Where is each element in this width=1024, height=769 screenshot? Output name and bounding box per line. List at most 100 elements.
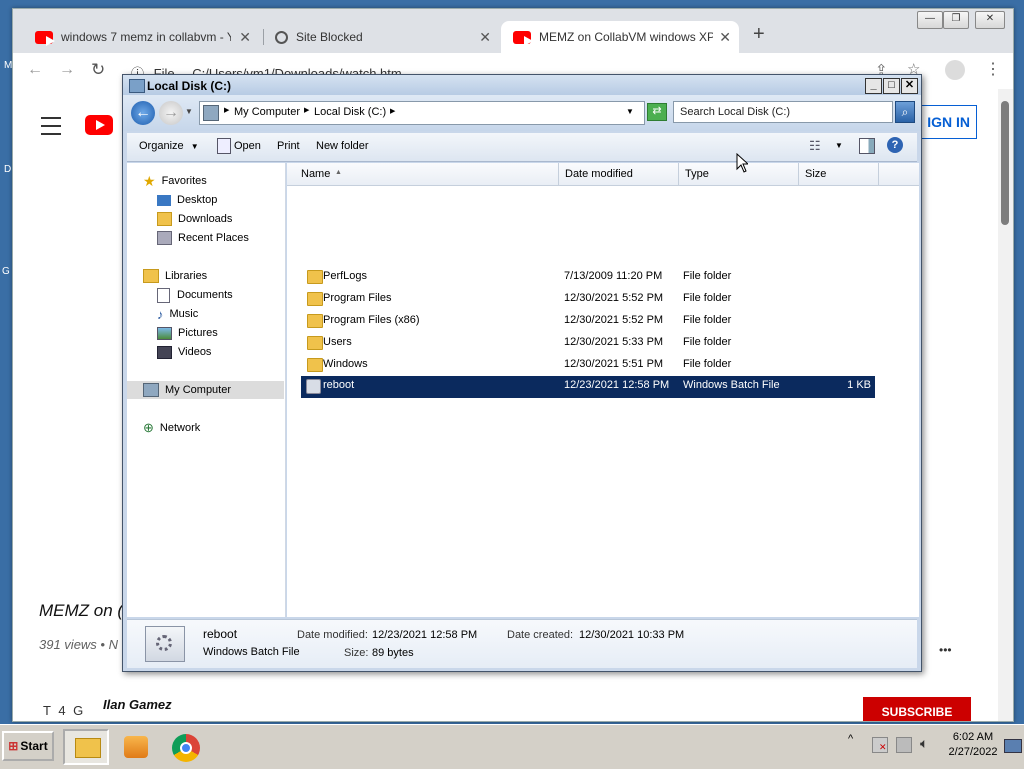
tab-title: windows 7 memz in collabvm - YouT xyxy=(61,30,231,44)
videos-icon xyxy=(157,345,172,359)
nav-recent-places[interactable]: Recent Places xyxy=(157,229,249,247)
print-button[interactable]: Print xyxy=(277,140,300,152)
channel-avatar[interactable]: T 4 G xyxy=(43,703,85,718)
libraries-icon xyxy=(143,269,159,283)
downloads-folder-icon xyxy=(157,212,172,226)
nav-favorites[interactable]: ★ Favorites xyxy=(143,172,207,190)
nav-desktop[interactable]: Desktop xyxy=(157,191,217,209)
chevron-down-icon[interactable]: ▼ xyxy=(626,107,634,116)
column-header-name[interactable]: Name ▲ xyxy=(295,163,559,185)
file-row[interactable]: PerfLogs 7/13/2009 11:20 PM File folder xyxy=(301,267,875,287)
file-row[interactable]: Users 12/30/2021 5:33 PM File folder xyxy=(301,333,875,353)
view-options-icon[interactable]: ☷ xyxy=(809,138,821,154)
subscribe-button[interactable]: SUBSCRIBE xyxy=(863,697,971,721)
action-center-icon[interactable]: ✕ xyxy=(872,737,888,753)
taskbar-chrome-button[interactable] xyxy=(166,729,206,765)
details-modified-value: 12/23/2021 12:58 PM xyxy=(372,629,478,641)
explorer-title-bar[interactable]: Local Disk (C:) _ □ ✕ xyxy=(123,75,921,95)
close-button[interactable]: ✕ xyxy=(901,78,918,94)
file-row[interactable]: Program Files (x86) 12/30/2021 5:52 PM F… xyxy=(301,311,875,331)
back-arrow-icon[interactable]: ← xyxy=(27,61,43,79)
taskbar-media-player-button[interactable] xyxy=(116,729,156,765)
page-scrollbar[interactable] xyxy=(998,89,1013,721)
refresh-icon[interactable]: ⇄ xyxy=(647,103,667,121)
details-file-type: Windows Batch File xyxy=(203,646,300,658)
start-button[interactable]: ⊞ Start xyxy=(2,731,54,761)
chevron-down-icon[interactable]: ▼ xyxy=(835,141,843,150)
nav-pictures[interactable]: Pictures xyxy=(157,324,218,342)
file-row[interactable]: Program Files 12/30/2021 5:52 PM File fo… xyxy=(301,289,875,309)
show-hidden-icons-button[interactable]: ^ xyxy=(848,733,853,745)
column-header-size[interactable]: Size xyxy=(799,163,879,185)
details-size-label: Size: xyxy=(344,647,369,659)
profile-avatar[interactable] xyxy=(945,60,965,80)
breadcrumb[interactable]: ▶ My Computer ▶ Local Disk (C:) ▶ ▼ xyxy=(199,101,645,125)
details-file-name: reboot xyxy=(203,627,238,641)
column-header-row: Name ▲ Date modified Type Size xyxy=(287,163,919,186)
details-pane: reboot Windows Batch File Date modified:… xyxy=(127,619,917,668)
desktop-fragment: D xyxy=(4,164,12,175)
maximize-button[interactable]: □ xyxy=(883,78,900,94)
batch-file-gear-icon xyxy=(306,379,321,394)
forward-arrow-icon[interactable]: → xyxy=(59,61,75,79)
organize-button[interactable]: Organize ▼ xyxy=(139,140,199,152)
browser-close-button[interactable]: ✕ xyxy=(975,11,1005,29)
show-desktop-icon[interactable] xyxy=(1004,739,1022,753)
youtube-icon xyxy=(513,30,533,46)
column-header-date[interactable]: Date modified xyxy=(559,163,679,185)
help-icon[interactable]: ? xyxy=(887,137,903,153)
history-dropdown-icon[interactable]: ▼ xyxy=(185,107,193,116)
file-row-selected[interactable]: reboot 12/23/2021 12:58 PM Windows Batch… xyxy=(301,376,875,398)
recent-places-icon xyxy=(157,231,172,245)
tab-close-icon[interactable]: ✕ xyxy=(719,29,731,46)
browser-tab-2[interactable]: Site Blocked ✕ xyxy=(265,23,499,51)
folder-icon xyxy=(307,358,323,372)
new-tab-button[interactable]: + xyxy=(753,23,765,46)
search-icon[interactable]: ⌕ xyxy=(895,101,915,123)
breadcrumb-local-disk[interactable]: Local Disk (C:) xyxy=(314,106,386,118)
more-actions-button[interactable]: ••• xyxy=(939,643,952,657)
new-folder-button[interactable]: New folder xyxy=(316,140,369,152)
youtube-logo-icon[interactable] xyxy=(85,115,113,135)
browser-minimize-button[interactable]: — xyxy=(917,11,943,29)
channel-name[interactable]: Ilan Gamez xyxy=(103,697,172,712)
drive-icon xyxy=(129,79,145,93)
open-button[interactable]: Open xyxy=(234,140,261,152)
browser-tab-3-active[interactable]: MEMZ on CollabVM windows XP - Yo ✕ xyxy=(501,21,739,53)
preview-pane-icon[interactable] xyxy=(859,138,875,154)
minimize-button[interactable]: _ xyxy=(865,78,882,94)
windows-logo-icon: ⊞ xyxy=(8,739,19,753)
batch-file-gear-icon xyxy=(145,626,185,662)
network-tray-icon[interactable] xyxy=(896,737,912,753)
nav-network[interactable]: ⊕ Network xyxy=(143,419,200,437)
browser-tab-1[interactable]: windows 7 memz in collabvm - YouT ✕ xyxy=(23,23,259,51)
browser-maximize-button[interactable]: ❐ xyxy=(943,11,969,29)
nav-documents[interactable]: Documents xyxy=(157,286,233,304)
search-input[interactable]: Search Local Disk (C:) xyxy=(673,101,893,123)
nav-libraries[interactable]: Libraries xyxy=(143,267,207,285)
reload-icon[interactable]: ↻ xyxy=(91,60,105,80)
hamburger-icon[interactable] xyxy=(41,117,61,135)
folder-icon xyxy=(75,738,101,758)
nav-music[interactable]: ♪ Music xyxy=(157,305,198,323)
tab-close-icon[interactable]: ✕ xyxy=(239,29,251,46)
tray-clock[interactable]: 6:02 AM 2/27/2022 xyxy=(946,731,1000,758)
file-row[interactable]: Windows 12/30/2021 5:51 PM File folder xyxy=(301,355,875,375)
details-created-value: 12/30/2021 10:33 PM xyxy=(579,629,685,641)
breadcrumb-my-computer[interactable]: My Computer xyxy=(234,106,300,118)
nav-downloads[interactable]: Downloads xyxy=(157,210,232,228)
nav-videos[interactable]: Videos xyxy=(157,343,211,361)
forward-arrow-icon[interactable]: → xyxy=(159,101,183,125)
chrome-icon xyxy=(172,734,200,762)
media-player-icon xyxy=(124,736,148,758)
folder-icon xyxy=(307,270,323,284)
back-arrow-icon[interactable]: ← xyxy=(131,101,155,125)
taskbar-explorer-button[interactable] xyxy=(63,729,109,765)
menu-dots-icon[interactable]: ⋮ xyxy=(985,59,1001,79)
chevron-right-icon: ▶ xyxy=(390,108,396,115)
pictures-icon xyxy=(157,326,172,340)
volume-icon[interactable]: 🔈︎ xyxy=(920,735,928,752)
tab-close-icon[interactable]: ✕ xyxy=(479,29,491,46)
file-list-pane: Name ▲ Date modified Type Size PerfLogs 7… xyxy=(287,163,919,617)
nav-my-computer[interactable]: My Computer xyxy=(127,381,284,399)
